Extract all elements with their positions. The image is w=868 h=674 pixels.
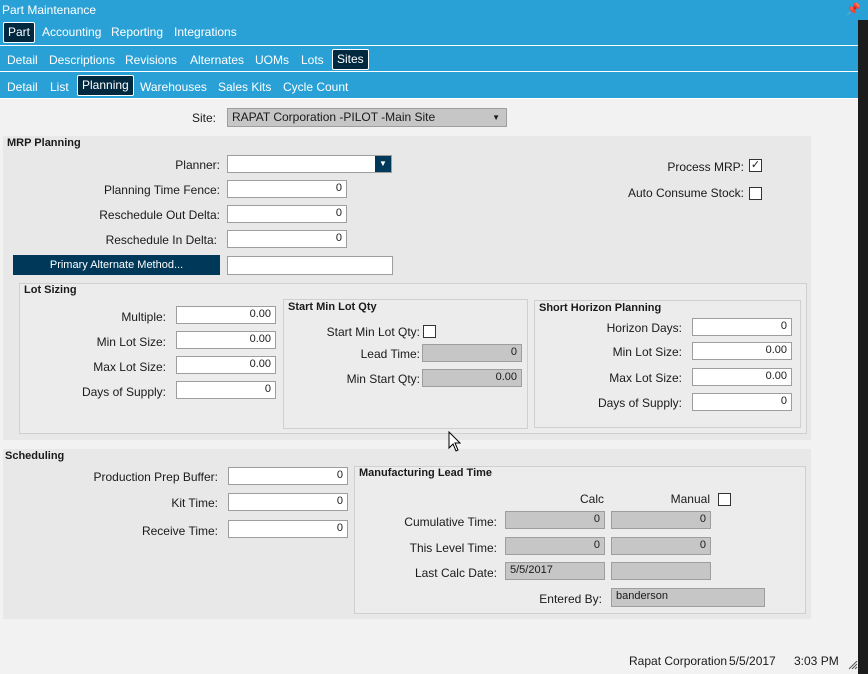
horizon-days-input[interactable]: 0 xyxy=(692,318,792,336)
chevron-down-icon[interactable]: ▼ xyxy=(375,156,391,172)
start-min-lot-title: Start Min Lot Qty xyxy=(288,301,377,313)
sh-min-lot-size-label: Min Lot Size: xyxy=(612,345,682,359)
min-start-qty-input: 0.00 xyxy=(422,369,522,387)
this-level-time-manual: 0 xyxy=(611,537,711,555)
multiple-label: Multiple: xyxy=(121,310,166,324)
process-mrp-label: Process MRP: xyxy=(667,160,744,174)
sh-max-lot-size-input[interactable]: 0.00 xyxy=(692,368,792,386)
start-min-lot-label: Start Min Lot Qty: xyxy=(326,325,420,339)
chevron-down-icon: ▼ xyxy=(492,113,500,122)
tab-sales-kits[interactable]: Sales Kits xyxy=(214,80,275,94)
start-min-lot-panel xyxy=(283,299,528,429)
days-of-supply-input[interactable]: 0 xyxy=(176,381,276,399)
min-start-qty-label: Min Start Qty: xyxy=(346,372,420,386)
scheduling-title: Scheduling xyxy=(5,450,65,462)
min-lot-size-label: Min Lot Size: xyxy=(96,335,166,349)
sh-days-of-supply-input[interactable]: 0 xyxy=(692,393,792,411)
days-of-supply-label-text: Days of Supply: xyxy=(81,385,166,399)
tab-uoms[interactable]: UOMs xyxy=(251,53,293,67)
calc-column-label: Calc xyxy=(579,492,604,506)
sites-tab-bar: Detail List Planning Warehouses Sales Ki… xyxy=(0,72,858,99)
sh-max-lot-size-label: Max Lot Size: xyxy=(609,371,682,385)
part-tab-bar: Detail Descriptions Revisions Alternates… xyxy=(0,46,858,72)
time-fence-label: Planning Time Fence: xyxy=(103,183,220,197)
this-level-time-calc: 0 xyxy=(505,537,605,555)
tab-accounting[interactable]: Accounting xyxy=(38,25,105,39)
mouse-cursor-icon xyxy=(448,431,462,452)
manual-checkbox[interactable] xyxy=(718,493,731,506)
max-lot-size-input[interactable]: 0.00 xyxy=(176,356,276,374)
min-lot-size-input[interactable]: 0.00 xyxy=(176,331,276,349)
mrp-planning-title: MRP Planning xyxy=(7,137,81,149)
sh-days-of-supply-label: Days of Supply: xyxy=(597,396,682,410)
primary-alternate-method-button[interactable]: Primary Alternate Method... xyxy=(13,255,220,275)
short-horizon-title: Short Horizon Planning xyxy=(539,302,662,314)
status-bar: Rapat Corporation 5/5/2017 3:03 PM xyxy=(0,650,858,674)
resched-out-label: Reschedule Out Delta: xyxy=(99,208,220,222)
entered-by-label: Entered By: xyxy=(539,592,602,606)
resize-grip-icon[interactable] xyxy=(848,660,858,670)
entered-by-value: banderson xyxy=(611,588,765,607)
manual-column-label: Manual xyxy=(670,492,710,506)
start-min-lot-checkbox[interactable] xyxy=(423,325,436,338)
auto-consume-checkbox[interactable] xyxy=(749,187,762,200)
lead-time-label: Lead Time: xyxy=(360,347,420,361)
planner-label: Planner: xyxy=(175,158,220,172)
tab-sites-detail[interactable]: Detail xyxy=(3,80,42,94)
site-label: Site: xyxy=(191,111,216,125)
status-time: 3:03 PM xyxy=(794,654,839,668)
horizon-days-label: Horizon Days: xyxy=(606,321,682,335)
process-mrp-checkbox[interactable]: ✓ xyxy=(749,159,762,172)
tab-cycle-count[interactable]: Cycle Count xyxy=(279,80,352,94)
site-select-value: RAPAT Corporation -PILOT -Main Site xyxy=(232,110,436,124)
resched-in-input[interactable]: 0 xyxy=(227,230,347,248)
tab-integrations[interactable]: Integrations xyxy=(170,25,241,39)
this-level-time-label: This Level Time: xyxy=(409,541,497,555)
lead-time-input: 0 xyxy=(422,344,522,362)
last-calc-date-manual xyxy=(611,562,711,580)
part-maintenance-window: Part Maintenance 📌 Part Accounting Repor… xyxy=(0,0,868,674)
receive-time-input[interactable]: 0 xyxy=(228,520,348,538)
cumulative-time-calc: 0 xyxy=(505,511,605,529)
time-fence-input[interactable]: 0 xyxy=(227,180,347,198)
kit-time-label: Kit Time: xyxy=(171,496,218,510)
tab-descriptions[interactable]: Descriptions xyxy=(45,53,119,67)
tab-alternates[interactable]: Alternates xyxy=(186,53,248,67)
tab-planning[interactable]: Planning xyxy=(77,75,134,96)
last-calc-date-label: Last Calc Date: xyxy=(414,566,497,580)
pin-icon[interactable]: 📌 xyxy=(846,2,861,16)
last-calc-date-value: 5/5/2017 xyxy=(505,562,605,580)
resched-in-label: Reschedule In Delta: xyxy=(105,233,217,247)
cumulative-time-label: Cumulative Time: xyxy=(404,515,497,529)
window-edge xyxy=(858,20,868,674)
resched-out-input[interactable]: 0 xyxy=(227,205,347,223)
tab-list[interactable]: List xyxy=(46,80,73,94)
primary-alternate-input[interactable] xyxy=(227,256,393,275)
prep-buffer-input[interactable]: 0 xyxy=(228,467,348,485)
planner-select[interactable]: ▼ xyxy=(227,155,392,173)
tab-revisions[interactable]: Revisions xyxy=(121,53,181,67)
sh-min-lot-size-input[interactable]: 0.00 xyxy=(692,342,792,360)
main-tab-bar: Part Accounting Reporting Integrations xyxy=(0,20,858,46)
tab-sites[interactable]: Sites xyxy=(332,49,369,70)
auto-consume-label: Auto Consume Stock: xyxy=(627,186,744,200)
tab-warehouses[interactable]: Warehouses xyxy=(136,80,211,94)
tab-lots[interactable]: Lots xyxy=(297,53,328,67)
tab-part[interactable]: Part xyxy=(3,22,36,43)
prep-buffer-label: Production Prep Buffer: xyxy=(93,470,218,484)
window-title: Part Maintenance xyxy=(2,3,97,17)
mfg-lead-time-title: Manufacturing Lead Time xyxy=(359,467,493,479)
max-lot-size-label: Max Lot Size: xyxy=(93,360,166,374)
lot-sizing-title: Lot Sizing xyxy=(24,284,77,296)
kit-time-input[interactable]: 0 xyxy=(228,493,348,511)
tab-reporting[interactable]: Reporting xyxy=(107,25,167,39)
multiple-input[interactable]: 0.00 xyxy=(176,306,276,324)
cumulative-time-manual: 0 xyxy=(611,511,711,529)
status-date: 5/5/2017 xyxy=(729,654,776,668)
status-company: Rapat Corporation xyxy=(629,654,728,668)
site-select[interactable]: RAPAT Corporation -PILOT -Main Site ▼ xyxy=(227,108,507,127)
tab-detail[interactable]: Detail xyxy=(3,53,42,67)
receive-time-label: Receive Time: xyxy=(141,524,218,538)
title-bar: Part Maintenance 📌 xyxy=(0,0,868,20)
